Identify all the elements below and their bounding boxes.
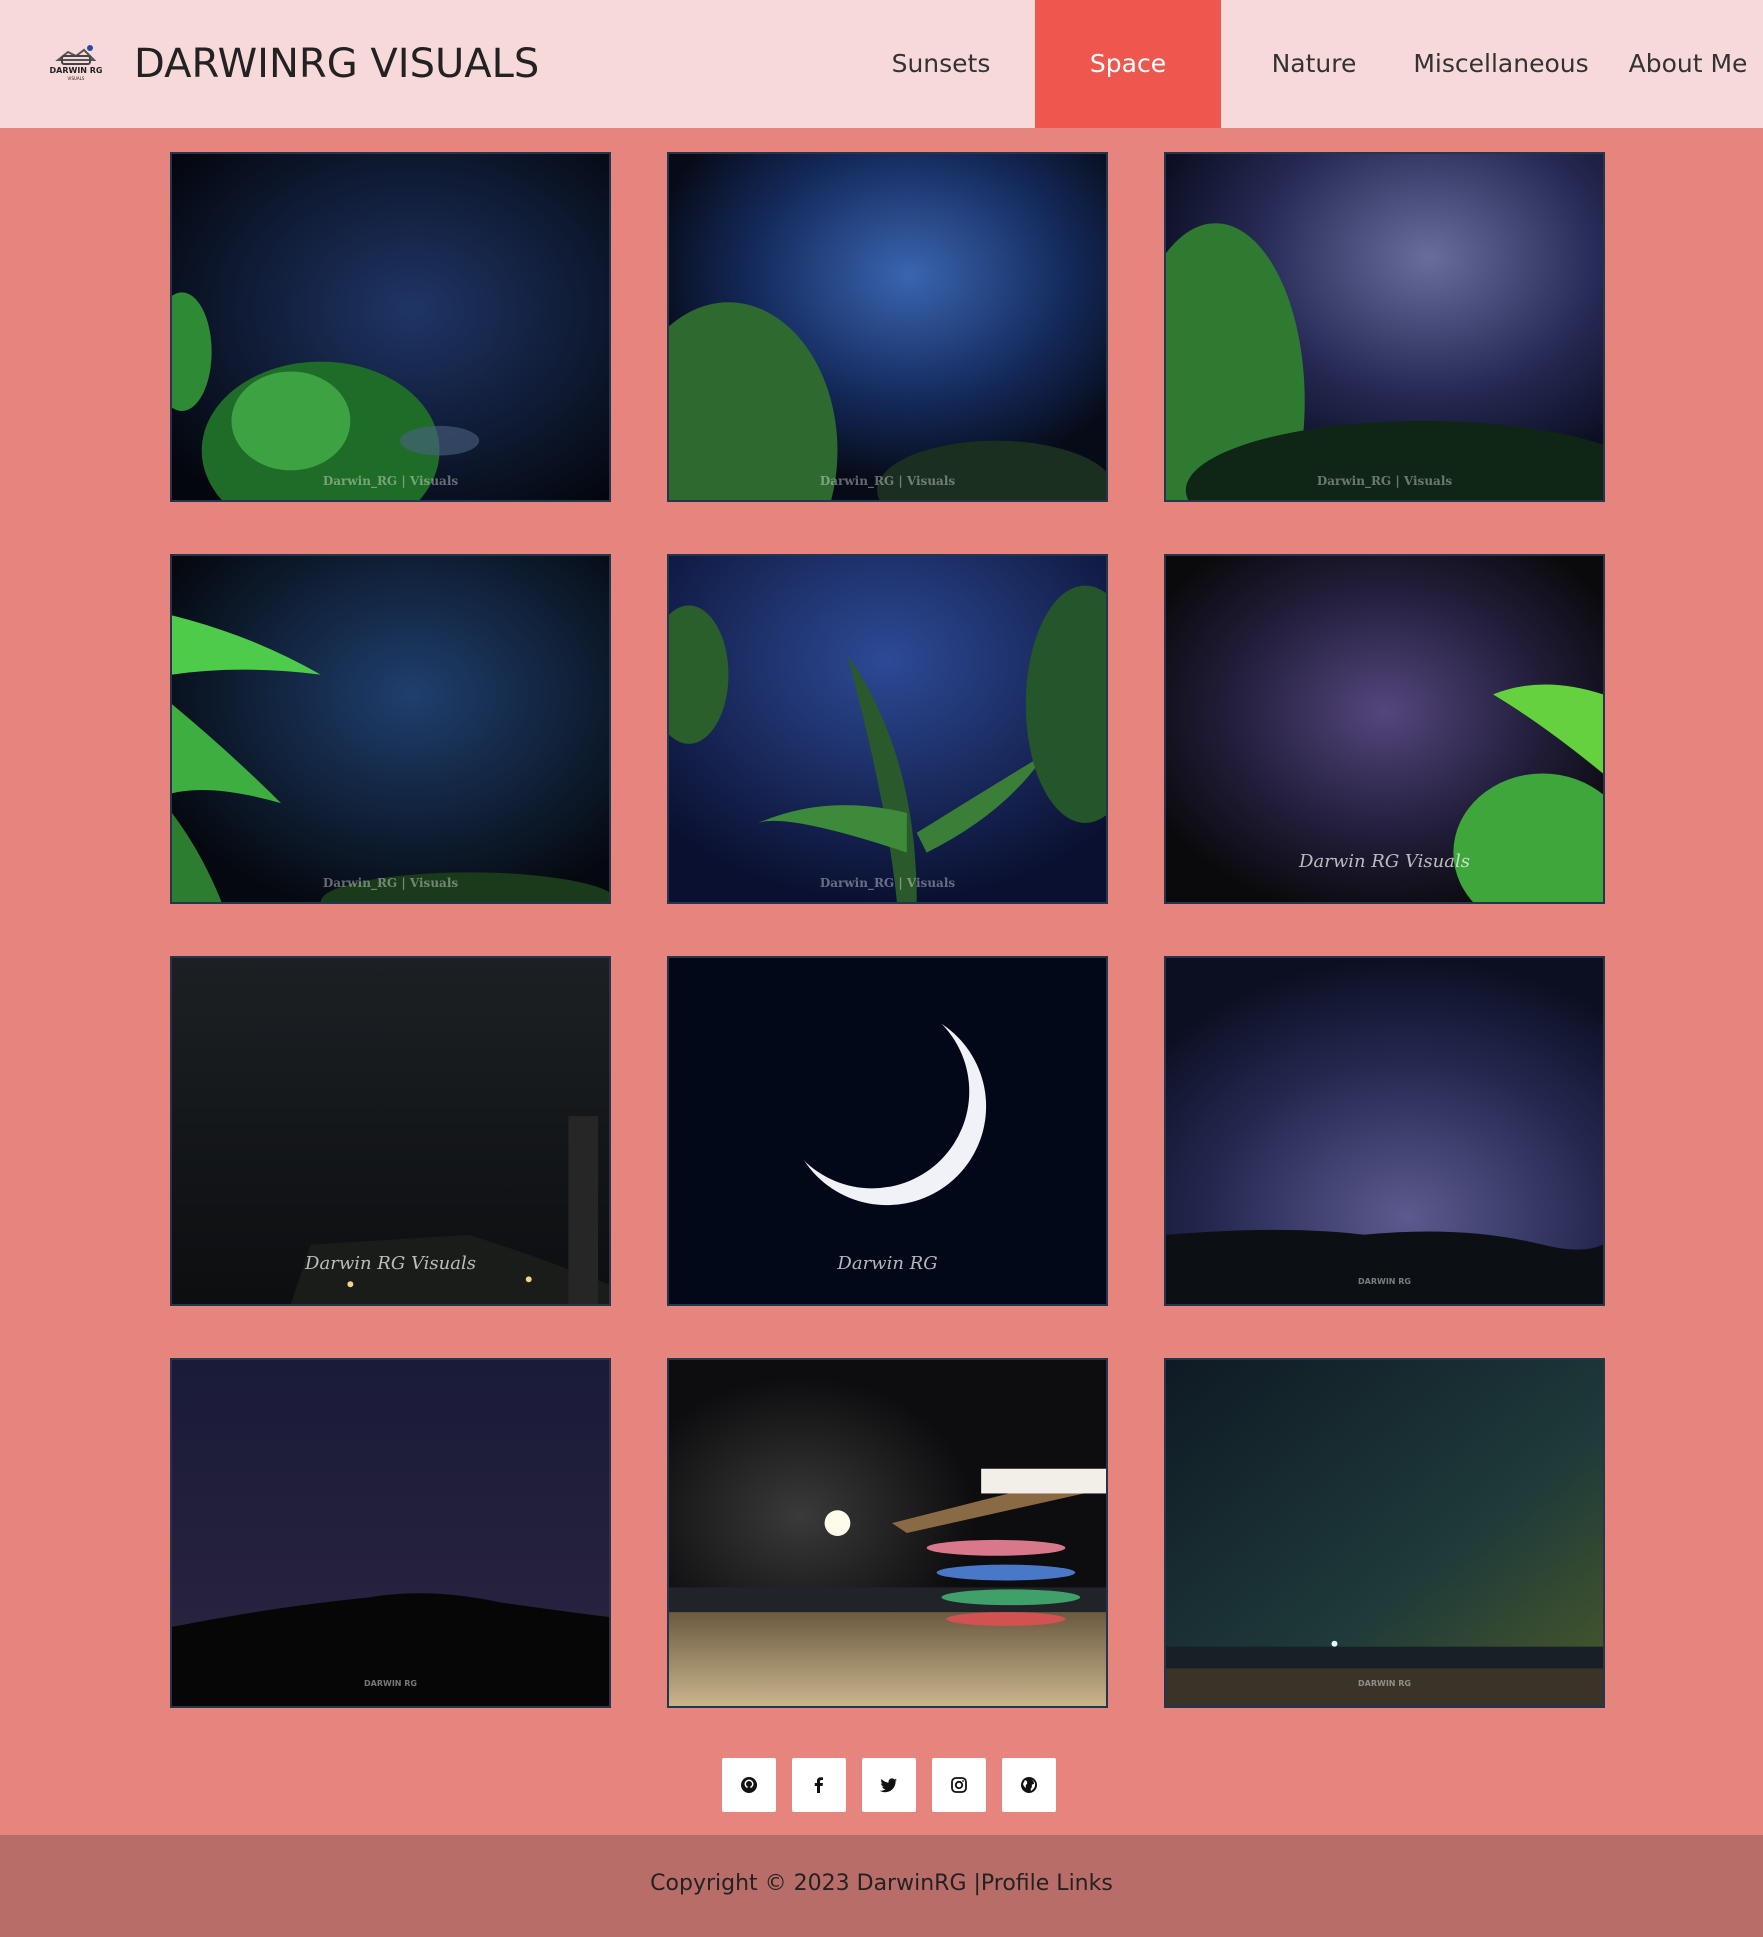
- facebook-button[interactable]: [792, 1758, 846, 1812]
- banana-leaves-stars-image: [172, 556, 609, 902]
- instagram-icon: [951, 1777, 967, 1793]
- photo-watermark: Darwin_RG | Visuals: [322, 876, 459, 890]
- gallery-photo[interactable]: DARWIN RG: [1164, 1358, 1605, 1708]
- photo-watermark: DARWIN RG: [1358, 1277, 1411, 1286]
- gallery-photo[interactable]: Darwin RG Visuals: [1164, 554, 1605, 904]
- website-button[interactable]: [1002, 1758, 1056, 1812]
- photo-watermark: Darwin RG Visuals: [1299, 851, 1470, 872]
- globe-icon: [1021, 1777, 1037, 1793]
- top-navigation-bar: DARWIN RG VISUALS DARWINRG VISUALS Sunse…: [0, 0, 1763, 128]
- facebook-icon: [814, 1777, 823, 1793]
- photo-watermark: Darwin_RG | Visuals: [819, 474, 956, 488]
- github-icon: [741, 1777, 757, 1793]
- purple-milky-way-image: [1166, 154, 1603, 500]
- twitter-icon: [879, 1778, 897, 1793]
- photo-watermark: Darwin_RG | Visuals: [1316, 474, 1453, 488]
- camera-logo-icon: DARWIN RG VISUALS: [50, 45, 103, 81]
- footer-text: Copyright © 2023 DarwinRG |Profile Links: [0, 1871, 1763, 1896]
- photo-watermark: Darwin_RG | Visuals: [819, 876, 956, 890]
- photo-watermark: Darwin RG: [837, 1253, 938, 1274]
- stars-over-hills-image: [1166, 958, 1603, 1304]
- profile-links-link[interactable]: Profile Links: [981, 1871, 1113, 1896]
- gallery-photo[interactable]: Darwin RG Visuals: [170, 956, 611, 1306]
- night-sea-horizon-image: [1166, 1360, 1603, 1706]
- nav-item-about-me[interactable]: About Me: [1620, 0, 1756, 128]
- gallery-photo[interactable]: Darwin_RG | Visuals: [667, 152, 1108, 502]
- github-button[interactable]: [722, 1758, 776, 1812]
- twitter-button[interactable]: [862, 1758, 916, 1812]
- nav-item-miscellaneous[interactable]: Miscellaneous: [1412, 0, 1590, 128]
- nav-item-sunsets[interactable]: Sunsets: [875, 0, 1007, 128]
- gallery-photo[interactable]: Darwin_RG | Visuals: [170, 554, 611, 904]
- nav-item-space[interactable]: Space: [1035, 0, 1221, 128]
- gallery-photo[interactable]: Darwin_RG | Visuals: [170, 152, 611, 502]
- starry-sky-over-hill-image: [172, 1360, 609, 1706]
- gallery-photo[interactable]: [667, 1358, 1108, 1708]
- gallery-photo[interactable]: Darwin_RG | Visuals: [1164, 152, 1605, 502]
- logo-subtext: VISUALS: [68, 76, 85, 81]
- instagram-button[interactable]: [932, 1758, 986, 1812]
- gallery-photo[interactable]: DARWIN RG: [1164, 956, 1605, 1306]
- milky-way-above-trees-image: [669, 154, 1106, 500]
- logo-text: DARWIN RG: [50, 66, 103, 75]
- gallery-photo[interactable]: Darwin RG: [667, 956, 1108, 1306]
- nav-item-nature[interactable]: Nature: [1245, 0, 1383, 128]
- photo-watermark: Darwin_RG | Visuals: [322, 474, 459, 488]
- banana-tree-stars-image: [669, 556, 1106, 902]
- brand-logo[interactable]: DARWIN RG VISUALS: [48, 40, 104, 84]
- starry-sky-with-tree-image: [172, 154, 609, 500]
- brand-title[interactable]: DARWINRG VISUALS: [134, 36, 539, 92]
- copyright-text: Copyright © 2023 DarwinRG |: [650, 1871, 981, 1896]
- page-footer: Copyright © 2023 DarwinRG |Profile Links: [0, 1835, 1763, 1937]
- photo-watermark: Darwin RG Visuals: [305, 1253, 476, 1274]
- gallery-photo[interactable]: Darwin_RG | Visuals: [667, 554, 1108, 904]
- photo-watermark: DARWIN RG: [364, 1679, 417, 1688]
- gallery-photo[interactable]: DARWIN RG: [170, 1358, 611, 1708]
- photo-watermark: DARWIN RG: [1358, 1679, 1411, 1688]
- moon-beach-surfboards-image: [669, 1360, 1106, 1706]
